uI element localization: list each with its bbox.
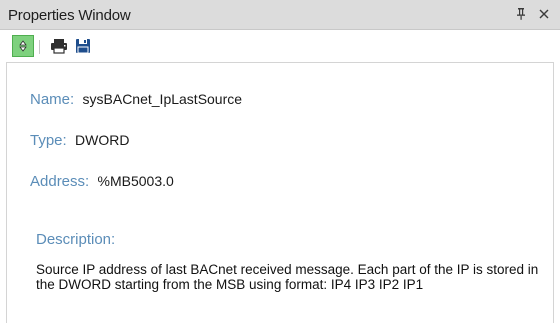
description-label: Description: (36, 231, 116, 248)
select-object-icon[interactable] (12, 35, 34, 57)
print-icon[interactable] (48, 35, 70, 57)
type-label: Type: (30, 132, 76, 149)
description-text: Source IP address of last BACnet receive… (36, 262, 539, 292)
close-icon[interactable] (536, 6, 552, 22)
title-bar[interactable]: Properties Window (0, 0, 560, 30)
type-field: Type: DWORD (30, 132, 129, 149)
window-title: Properties Window (8, 7, 131, 24)
toolbar-separator (39, 40, 40, 54)
address-label: Address: (30, 173, 98, 190)
properties-panel: Name: sysBACnet_IpLastSource Type: DWORD… (6, 62, 554, 323)
address-field: Address: %MB5003.0 (30, 173, 174, 190)
name-value: sysBACnet_IpLastSource (82, 91, 243, 107)
address-value: %MB5003.0 (97, 173, 174, 189)
save-icon[interactable] (72, 35, 94, 57)
type-value: DWORD (75, 132, 130, 148)
name-label: Name: (30, 91, 83, 108)
name-field: Name: sysBACnet_IpLastSource (30, 91, 242, 108)
properties-window: Properties Window Name: sysBACnet_IpLast… (0, 0, 560, 323)
toolbar (0, 31, 560, 61)
pin-icon[interactable] (513, 6, 529, 22)
